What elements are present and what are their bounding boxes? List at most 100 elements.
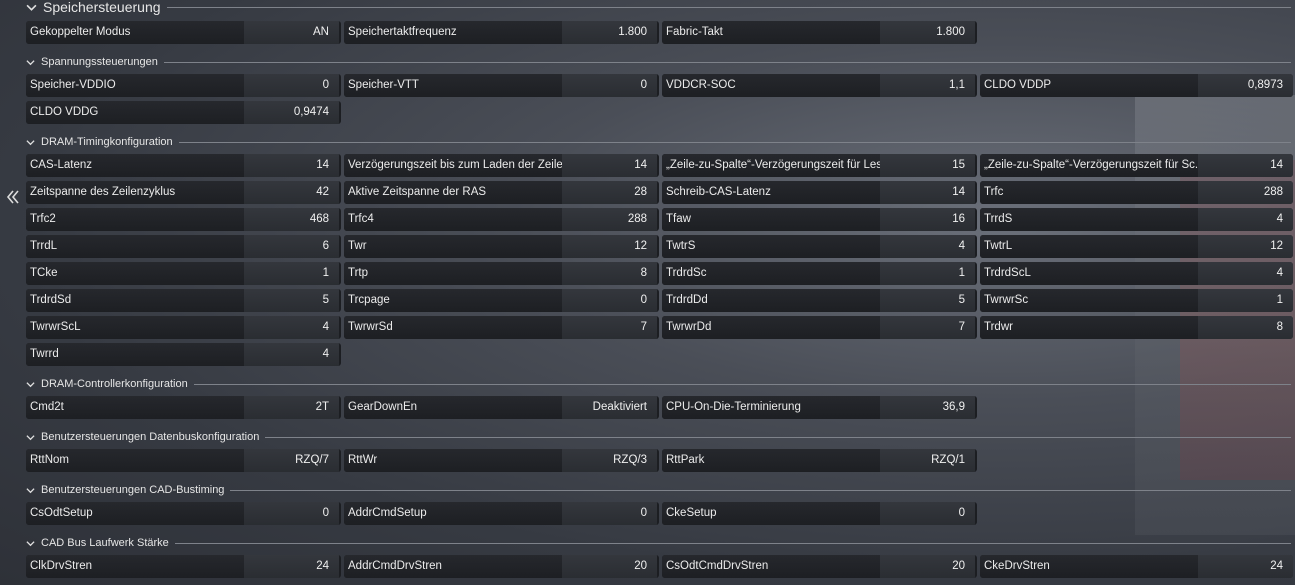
- setting-cell[interactable]: TwtrS 4: [662, 235, 977, 258]
- setting-cell[interactable]: „Zeile-zu-Spalte“-Verzögerungszeit für S…: [980, 154, 1293, 177]
- chevron-down-icon[interactable]: [26, 138, 35, 147]
- setting-value[interactable]: 0,9474: [244, 101, 339, 124]
- setting-cell[interactable]: Gekoppelter Modus AN: [26, 21, 341, 44]
- setting-cell[interactable]: Trfc 288: [980, 181, 1293, 204]
- section-memory-control[interactable]: Speichersteuerung: [26, 0, 1291, 15]
- setting-value[interactable]: 28: [562, 181, 657, 204]
- setting-cell[interactable]: TrdrdDd 5: [662, 289, 977, 312]
- setting-value[interactable]: 5: [244, 289, 339, 312]
- setting-value[interactable]: 4: [1198, 208, 1293, 231]
- setting-cell[interactable]: Trdwr 8: [980, 316, 1293, 339]
- setting-cell[interactable]: Twr 12: [344, 235, 659, 258]
- setting-value[interactable]: 6: [244, 235, 339, 258]
- setting-value[interactable]: 0: [244, 502, 339, 525]
- setting-cell[interactable]: VDDCR-SOC 1,1: [662, 74, 977, 97]
- setting-cell[interactable]: Speicher-VTT 0: [344, 74, 659, 97]
- setting-value[interactable]: 0: [562, 289, 657, 312]
- chevron-down-icon[interactable]: [26, 539, 35, 548]
- setting-value[interactable]: Deaktiviert: [562, 396, 657, 419]
- setting-value[interactable]: 0: [562, 74, 657, 97]
- setting-value[interactable]: 0: [880, 502, 975, 525]
- setting-cell[interactable]: CLDO VDDG 0,9474: [26, 101, 341, 124]
- setting-value[interactable]: 0: [244, 74, 339, 97]
- setting-cell[interactable]: TwrwrDd 7: [662, 316, 977, 339]
- section-databus[interactable]: Benutzersteuerungen Datenbuskonfiguratio…: [26, 430, 1291, 444]
- setting-value[interactable]: 1: [880, 262, 975, 285]
- setting-value[interactable]: RZQ/3: [562, 449, 657, 472]
- setting-cell[interactable]: TCke 1: [26, 262, 341, 285]
- setting-value[interactable]: 1: [244, 262, 339, 285]
- setting-cell[interactable]: Aktive Zeitspanne der RAS 28: [344, 181, 659, 204]
- setting-value[interactable]: 2T: [244, 396, 339, 419]
- setting-cell[interactable]: Trfc4 288: [344, 208, 659, 231]
- section-cad-drive-strength[interactable]: CAD Bus Laufwerk Stärke: [26, 536, 1291, 550]
- setting-value[interactable]: 1.800: [562, 21, 657, 44]
- setting-cell[interactable]: Tfaw 16: [662, 208, 977, 231]
- setting-value[interactable]: 0,8973: [1198, 74, 1293, 97]
- setting-cell[interactable]: Fabric-Takt 1.800: [662, 21, 977, 44]
- setting-value[interactable]: 4: [880, 235, 975, 258]
- setting-value[interactable]: 5: [880, 289, 975, 312]
- setting-cell[interactable]: Schreib-CAS-Latenz 14: [662, 181, 977, 204]
- setting-cell[interactable]: Zeitspanne des Zeilenzyklus 42: [26, 181, 341, 204]
- setting-cell[interactable]: TwrwrSc 1: [980, 289, 1293, 312]
- setting-value[interactable]: RZQ/1: [880, 449, 975, 472]
- setting-cell[interactable]: CkeSetup 0: [662, 502, 977, 525]
- section-cad-bustiming[interactable]: Benutzersteuerungen CAD-Bustiming: [26, 483, 1291, 497]
- setting-cell[interactable]: TwrwrSd 7: [344, 316, 659, 339]
- setting-value[interactable]: 20: [562, 555, 657, 578]
- setting-cell[interactable]: GearDownEn Deaktiviert: [344, 396, 659, 419]
- setting-cell[interactable]: CAS-Latenz 14: [26, 154, 341, 177]
- setting-value[interactable]: 4: [244, 343, 339, 366]
- section-voltage[interactable]: Spannungssteuerungen: [26, 55, 1291, 69]
- setting-cell[interactable]: Twrrd 4: [26, 343, 341, 366]
- setting-value[interactable]: 288: [1198, 181, 1293, 204]
- section-dram-timing[interactable]: DRAM-Timingkonfiguration: [26, 135, 1291, 149]
- chevron-down-icon[interactable]: [26, 486, 35, 495]
- setting-value[interactable]: 288: [562, 208, 657, 231]
- setting-cell[interactable]: RttWr RZQ/3: [344, 449, 659, 472]
- setting-value[interactable]: 7: [880, 316, 975, 339]
- setting-cell[interactable]: AddrCmdDrvStren 20: [344, 555, 659, 578]
- setting-value[interactable]: 1: [1198, 289, 1293, 312]
- setting-cell[interactable]: Cmd2t 2T: [26, 396, 341, 419]
- setting-value[interactable]: 36,9: [880, 396, 975, 419]
- setting-cell[interactable]: TwrwrScL 4: [26, 316, 341, 339]
- setting-value[interactable]: 14: [562, 154, 657, 177]
- setting-cell[interactable]: ClkDrvStren 24: [26, 555, 341, 578]
- setting-cell[interactable]: CsOdtCmdDrvStren 20: [662, 555, 977, 578]
- chevron-down-icon[interactable]: [26, 433, 35, 442]
- setting-cell[interactable]: RttNom RZQ/7: [26, 449, 341, 472]
- setting-value[interactable]: AN: [244, 21, 339, 44]
- setting-value[interactable]: 14: [1198, 154, 1293, 177]
- setting-cell[interactable]: Verzögerungszeit bis zum Laden der Zeile…: [344, 154, 659, 177]
- setting-cell[interactable]: TrdrdScL 4: [980, 262, 1293, 285]
- setting-value[interactable]: 7: [562, 316, 657, 339]
- setting-cell[interactable]: Trcpage 0: [344, 289, 659, 312]
- setting-cell[interactable]: TrdrdSd 5: [26, 289, 341, 312]
- setting-value[interactable]: 20: [880, 555, 975, 578]
- setting-value[interactable]: RZQ/7: [244, 449, 339, 472]
- setting-value[interactable]: 4: [244, 316, 339, 339]
- setting-cell[interactable]: Trtp 8: [344, 262, 659, 285]
- chevron-down-icon[interactable]: [26, 58, 35, 67]
- section-dram-controller[interactable]: DRAM-Controllerkonfiguration: [26, 377, 1291, 391]
- setting-cell[interactable]: Speicher-VDDIO 0: [26, 74, 341, 97]
- setting-cell[interactable]: Trfc2 468: [26, 208, 341, 231]
- setting-cell[interactable]: „Zeile-zu-Spalte“-Verzögerungszeit für L…: [662, 154, 977, 177]
- setting-cell[interactable]: AddrCmdSetup 0: [344, 502, 659, 525]
- chevron-down-icon[interactable]: [26, 2, 37, 13]
- setting-cell[interactable]: TrdrdSc 1: [662, 262, 977, 285]
- setting-value[interactable]: 4: [1198, 262, 1293, 285]
- setting-value[interactable]: 14: [244, 154, 339, 177]
- setting-value[interactable]: 14: [880, 181, 975, 204]
- setting-cell[interactable]: CkeDrvStren 24: [980, 555, 1293, 578]
- setting-cell[interactable]: TwtrL 12: [980, 235, 1293, 258]
- setting-value[interactable]: 468: [244, 208, 339, 231]
- collapse-panel-button[interactable]: [6, 188, 22, 210]
- setting-value[interactable]: 24: [1198, 555, 1293, 578]
- chevron-down-icon[interactable]: [26, 380, 35, 389]
- setting-value[interactable]: 1.800: [880, 21, 975, 44]
- setting-value[interactable]: 24: [244, 555, 339, 578]
- setting-cell[interactable]: TrrdL 6: [26, 235, 341, 258]
